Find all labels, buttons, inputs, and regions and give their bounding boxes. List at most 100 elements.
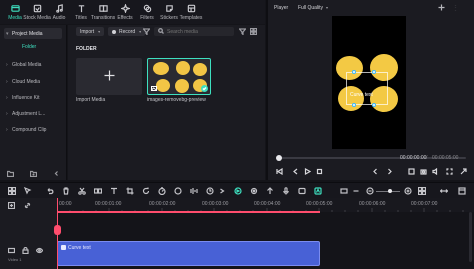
- tab-effects[interactable]: Effects: [114, 0, 136, 24]
- speed-icon[interactable]: [158, 187, 166, 195]
- ai-icon[interactable]: [314, 187, 322, 195]
- voiceover-icon[interactable]: [298, 187, 306, 195]
- media-icon: [10, 3, 20, 13]
- resize-handle[interactable]: [352, 70, 356, 74]
- tab-filters[interactable]: Filters: [136, 0, 158, 24]
- zoom-minus-icon[interactable]: [366, 187, 374, 195]
- folder-icon[interactable]: [30, 170, 37, 177]
- marker-icon[interactable]: [250, 187, 258, 195]
- quality-label: Full Quality: [298, 4, 324, 11]
- import-media-card[interactable]: [76, 58, 142, 95]
- stop-button[interactable]: [316, 168, 323, 175]
- tab-stickers[interactable]: Stickers: [158, 0, 180, 24]
- playback-knob[interactable]: [276, 155, 282, 161]
- import-dropdown[interactable]: Import ▾: [76, 27, 105, 36]
- mic-icon[interactable]: [282, 187, 290, 195]
- search-input[interactable]: [167, 28, 229, 35]
- undo-icon[interactable]: [46, 187, 54, 195]
- split-icon[interactable]: [94, 187, 102, 195]
- tab-audio[interactable]: Audio: [48, 0, 70, 24]
- rotate-icon[interactable]: [142, 187, 150, 195]
- crop-icon[interactable]: [126, 187, 134, 195]
- lock-icon[interactable]: [22, 246, 29, 255]
- zoom-out-icon[interactable]: [352, 187, 360, 195]
- ruler-tick-label: 00:00:05:00: [306, 201, 333, 207]
- video-track-icon: [7, 247, 16, 254]
- media-sidebar: ▾ Project Media Folder › Global Media › …: [0, 25, 67, 180]
- resize-handle[interactable]: [352, 103, 356, 107]
- volume-icon[interactable]: [432, 168, 439, 175]
- prev-frame-button[interactable]: [276, 168, 283, 175]
- render-icon[interactable]: [234, 187, 242, 195]
- timeline-ruler[interactable]: 00:00 00:00:01:00 00:00:02:00 00:00:03:0…: [57, 198, 474, 212]
- sticker-blob: [175, 79, 189, 93]
- media-thumbnail[interactable]: [147, 58, 211, 95]
- play-button[interactable]: [304, 168, 311, 175]
- insert-icon[interactable]: [340, 187, 348, 195]
- color-icon[interactable]: [174, 187, 182, 195]
- sidebar-item-label: Influence Kit: [12, 94, 40, 101]
- tab-titles[interactable]: Titles: [70, 0, 92, 24]
- audio-adjust-icon[interactable]: [190, 187, 198, 195]
- fit-icon[interactable]: [440, 187, 448, 195]
- tab-transitions[interactable]: Transitions: [91, 0, 115, 24]
- timeline-scrollbar[interactable]: [469, 212, 472, 262]
- chevron-down-icon: ▾: [139, 29, 142, 34]
- text-clip[interactable]: Curve text: [57, 241, 320, 266]
- resize-handle[interactable]: [372, 70, 376, 74]
- preview-canvas[interactable]: Curve text: [332, 16, 406, 149]
- resize-handle[interactable]: [372, 103, 376, 107]
- collapse-icon[interactable]: [53, 170, 60, 177]
- funnel-icon[interactable]: [238, 28, 247, 36]
- delete-icon[interactable]: [62, 187, 70, 195]
- text-tool-icon[interactable]: [110, 187, 118, 195]
- text-selection-box[interactable]: [346, 72, 388, 105]
- sidebar-item-adjustment-layer[interactable]: › Adjustment L...: [4, 108, 62, 119]
- sidebar-item-project-media[interactable]: ▾ Project Media: [4, 28, 62, 39]
- sidebar-item-influence-kit[interactable]: › Influence Kit: [4, 92, 62, 103]
- sidebar-folder[interactable]: Folder: [22, 44, 36, 50]
- chevron-down-icon: ▾: [98, 29, 101, 34]
- zoom-plus-icon[interactable]: [404, 187, 412, 195]
- visibility-icon[interactable]: [35, 247, 44, 254]
- timeline-settings-icon[interactable]: [458, 187, 466, 195]
- tab-label: Stickers: [160, 15, 178, 21]
- tab-stock-media[interactable]: Stock Media: [23, 0, 51, 24]
- folder-heading: FOLDER: [76, 46, 97, 52]
- zoom-slider-knob[interactable]: [388, 189, 392, 193]
- ruler-tick-label: 00:00:03:00: [202, 201, 229, 207]
- cut-icon[interactable]: [78, 187, 86, 195]
- snapshot-icon[interactable]: [438, 4, 445, 11]
- snap-icon[interactable]: [266, 187, 274, 195]
- add-track-icon[interactable]: [7, 201, 16, 210]
- curve-text-overlay[interactable]: Curve text: [350, 92, 373, 98]
- link-icon[interactable]: [24, 202, 31, 209]
- layout-icon[interactable]: [8, 187, 16, 195]
- select-tool-icon[interactable]: [24, 187, 32, 195]
- search-box[interactable]: [154, 27, 234, 36]
- new-folder-icon[interactable]: [7, 170, 14, 177]
- playhead-handle[interactable]: [54, 225, 61, 235]
- sidebar-item-cloud-media[interactable]: › Cloud Media: [4, 76, 62, 87]
- timeline-grid-icon[interactable]: [418, 187, 426, 195]
- work-area-bar[interactable]: [57, 211, 320, 213]
- duration-icon[interactable]: [206, 187, 214, 195]
- prev-marker-button[interactable]: [372, 168, 379, 175]
- more-icon[interactable]: [452, 4, 459, 11]
- more-tools-icon[interactable]: [218, 187, 226, 195]
- quality-dropdown[interactable]: Full Quality ▾: [294, 3, 332, 12]
- record-dropdown[interactable]: Record ▾: [108, 27, 146, 36]
- tab-templates[interactable]: Templates: [180, 0, 202, 24]
- step-back-button[interactable]: [292, 168, 299, 175]
- search-icon: [158, 27, 164, 36]
- sidebar-item-global-media[interactable]: › Global Media: [4, 59, 62, 70]
- fullscreen-icon[interactable]: [408, 168, 415, 175]
- resize-icon[interactable]: [460, 168, 467, 175]
- camera-icon[interactable]: [420, 168, 427, 175]
- ruler-tick-label: 00:00:01:00: [95, 201, 122, 207]
- next-marker-button[interactable]: [386, 168, 393, 175]
- sidebar-item-compound-clip[interactable]: › Compound Clip: [4, 124, 62, 135]
- grid-view-icon[interactable]: [249, 27, 258, 36]
- expand-icon[interactable]: [446, 168, 453, 175]
- filter-icon[interactable]: [142, 28, 151, 36]
